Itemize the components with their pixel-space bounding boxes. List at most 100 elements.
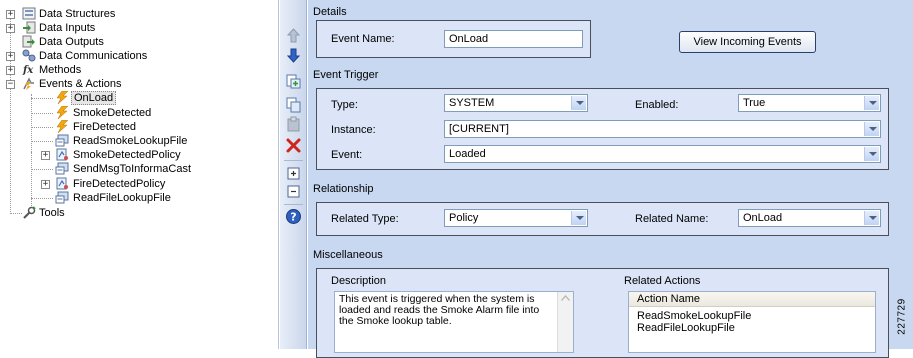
tree-item-label: FireDetectedPolicy [73, 178, 166, 190]
vertical-toolbar: ? [280, 0, 307, 349]
expand-toggle[interactable]: + [6, 24, 15, 33]
tree-item-label: FireDetected [73, 121, 136, 133]
paste-icon[interactable] [284, 115, 303, 134]
action-name-column-header[interactable]: Action Name [629, 292, 875, 307]
tree-item-onload[interactable]: OnLoad [0, 91, 270, 105]
related-name-label: Related Name: [635, 213, 709, 225]
action-icon [55, 191, 69, 204]
description-scrollbar[interactable] [557, 292, 573, 352]
related-actions-list[interactable]: Action Name ReadSmokeLookupFile ReadFile… [628, 291, 876, 353]
details-pane: Details Event Name: OnLoad View Incoming… [308, 0, 913, 358]
tree-item-label: OnLoad [71, 91, 117, 105]
event-label: Event: [331, 149, 363, 161]
tree-item-label: Data Structures [39, 8, 116, 20]
type-select[interactable]: SYSTEM [444, 94, 588, 112]
related-actions-label: Related Actions [624, 275, 701, 287]
tree-item-data-structures[interactable]: + Data Structures [0, 7, 270, 21]
tree-item-data-communications[interactable]: + Data Communications [0, 49, 270, 63]
instance-label: Instance: [331, 124, 376, 136]
figure-number: 227729 [895, 290, 909, 346]
tree-item-firedetected[interactable]: FireDetected [0, 120, 270, 134]
action-icon [55, 162, 69, 175]
add-item-icon[interactable] [284, 72, 303, 91]
tree-item-readfilelookupfile[interactable]: ReadFileLookupFile [0, 191, 270, 205]
event-name-label: Event Name: [331, 33, 395, 45]
instance-select-value: [CURRENT] [449, 123, 509, 135]
policy-icon [56, 177, 68, 190]
help-icon[interactable]: ? [284, 207, 303, 226]
event-select-value: Loaded [449, 148, 486, 160]
tree-item-label: Methods [39, 64, 82, 76]
expand-toggle[interactable]: + [41, 151, 50, 160]
figure-number-text: 227729 [896, 298, 908, 335]
tree-item-label: Data Communications [39, 50, 148, 62]
collapse-toggle[interactable]: − [6, 80, 15, 89]
related-name-select-value: OnLoad [743, 212, 783, 224]
view-incoming-events-button[interactable]: View Incoming Events [679, 31, 816, 53]
expand-toggle[interactable]: + [6, 52, 15, 61]
tree-item-events-actions[interactable]: − Events & Actions [0, 77, 270, 91]
chevron-down-icon[interactable] [864, 122, 879, 136]
type-select-value: SYSTEM [449, 97, 495, 109]
list-item[interactable]: ReadSmokeLookupFile [637, 311, 751, 322]
action-icon [55, 134, 69, 147]
tree-item-smokedetected[interactable]: SmokeDetected [0, 106, 270, 120]
chevron-down-icon[interactable] [571, 96, 586, 110]
data-communications-icon [22, 49, 36, 62]
miscellaneous-panel: Description This event is triggered when… [316, 268, 889, 358]
chevron-down-icon[interactable] [864, 211, 879, 225]
description-text: This event is triggered when the system … [339, 293, 540, 327]
tree-item-label: SendMsgToInformaCast [73, 163, 191, 175]
event-trigger-panel: Type: SYSTEM Enabled: True Instance: [CU… [316, 88, 889, 170]
function-icon: fx [22, 65, 34, 76]
chevron-down-icon[interactable] [864, 96, 879, 110]
event-name-input[interactable]: OnLoad [444, 30, 583, 48]
expand-toggle[interactable]: + [6, 10, 15, 19]
policy-icon [56, 148, 68, 161]
delete-icon[interactable] [284, 136, 303, 155]
tree-item-label: Data Outputs [39, 36, 104, 48]
chevron-down-icon[interactable] [571, 211, 586, 225]
tree-item-label: SmokeDetectedPolicy [73, 149, 181, 161]
related-name-select[interactable]: OnLoad [738, 209, 881, 227]
scroll-up-icon[interactable] [561, 295, 570, 301]
move-down-icon[interactable] [284, 46, 303, 65]
list-item[interactable]: ReadFileLookupFile [637, 323, 735, 334]
tree-item-sendmsgtoinformacast[interactable]: SendMsgToInformaCast [0, 162, 270, 176]
toolbar-separator [284, 160, 303, 161]
tree-item-readsmokelookupfile[interactable]: ReadSmokeLookupFile [0, 134, 270, 148]
tree-item-data-inputs[interactable]: + Data Inputs [0, 21, 270, 35]
expand-toggle[interactable]: + [6, 66, 15, 75]
enabled-select-value: True [743, 97, 766, 109]
enabled-label: Enabled: [635, 99, 679, 111]
tree-item-smokedetectedpolicy[interactable]: + SmokeDetectedPolicy [0, 148, 270, 162]
project-tree[interactable]: + Data Structures + Data Inputs Data Out… [0, 0, 279, 349]
event-lightning-icon [56, 91, 69, 104]
tree-item-label: SmokeDetected [73, 107, 152, 119]
move-up-icon[interactable] [284, 26, 303, 45]
section-relationship-header: Relationship [313, 183, 374, 195]
collapse-icon[interactable] [284, 182, 303, 201]
tree-item-label: Data Inputs [39, 22, 96, 34]
event-select[interactable]: Loaded [444, 145, 881, 163]
tree-item-methods[interactable]: + fx Methods [0, 63, 270, 77]
related-type-select[interactable]: Policy [444, 209, 588, 227]
copy-icon[interactable] [284, 95, 303, 114]
tools-icon [23, 206, 36, 219]
tree-item-data-outputs[interactable]: Data Outputs [0, 35, 270, 49]
description-textarea[interactable]: This event is triggered when the system … [334, 291, 574, 353]
tree-item-label: Events & Actions [39, 78, 122, 90]
section-miscellaneous-header: Miscellaneous [313, 249, 383, 261]
expand-toggle[interactable]: + [41, 180, 50, 189]
relationship-panel: Related Type: Policy Related Name: OnLoa… [316, 202, 889, 236]
event-lightning-icon [56, 120, 69, 133]
tree-item-tools[interactable]: Tools [0, 206, 270, 220]
chevron-down-icon[interactable] [864, 147, 879, 161]
tree-item-firedetectedpolicy[interactable]: + FireDetectedPolicy [0, 177, 270, 191]
tree-item-label: Tools [39, 207, 65, 219]
expand-icon[interactable] [284, 164, 303, 183]
section-event-trigger-header: Event Trigger [313, 69, 379, 81]
enabled-select[interactable]: True [738, 94, 881, 112]
instance-select[interactable]: [CURRENT] [444, 120, 881, 138]
event-name-panel: Event Name: OnLoad [316, 20, 591, 58]
